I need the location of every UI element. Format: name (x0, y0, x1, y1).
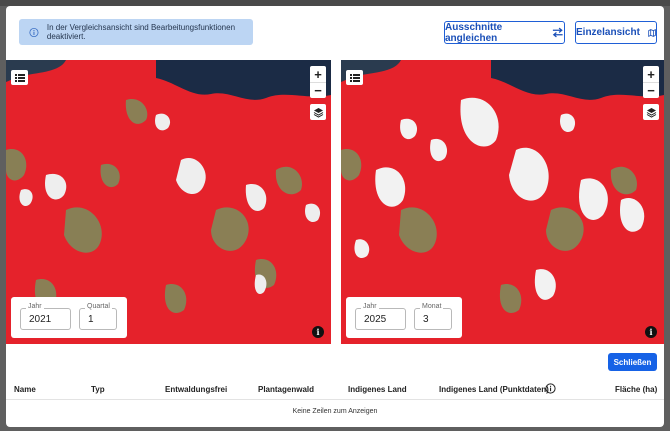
year-value: 2021 (29, 313, 52, 325)
year-label: Jahr (361, 303, 379, 310)
list-icon (14, 73, 25, 82)
layers-icon (313, 107, 323, 118)
swap-arrows-icon (553, 27, 564, 38)
layers-button[interactable] (643, 104, 659, 120)
single-view-label: Einzelansicht (576, 27, 640, 38)
month-select[interactable]: Monat 3 (414, 303, 452, 330)
month-value: 3 (423, 313, 429, 325)
quarter-value: 1 (88, 313, 94, 325)
month-label: Monat (420, 303, 444, 310)
map-info-icon[interactable]: i (645, 326, 657, 338)
zoom-in-button[interactable]: + (643, 66, 659, 82)
align-views-label: Ausschnitte angleichen (445, 21, 503, 44)
list-icon (349, 73, 360, 82)
zoom-out-button[interactable]: − (643, 82, 659, 98)
info-icon[interactable] (545, 383, 556, 394)
quarter-select[interactable]: Quartal 1 (79, 303, 117, 330)
info-icon (29, 27, 39, 37)
banner-text: In der Vergleichsansicht sind Bearbeitun… (46, 23, 236, 41)
zoom-in-button[interactable]: + (310, 66, 326, 82)
table-header: Name Typ Entwaldungsfrei Plantagenwald I… (6, 378, 664, 400)
map-left[interactable]: + − i Jahr 2021 Quartal 1 (6, 60, 331, 344)
column-header-name[interactable]: Name (14, 385, 36, 394)
map-icon (648, 28, 656, 37)
column-header-deforestation-free[interactable]: Entwaldungsfrei (165, 385, 227, 394)
layer-list-button[interactable] (11, 70, 28, 85)
column-header-area[interactable]: Fläche (ha) (615, 385, 657, 394)
layer-list-button[interactable] (346, 70, 363, 85)
map-right[interactable]: + − i Jahr 2025 Monat 3 (341, 60, 664, 344)
align-views-button[interactable]: Ausschnitte angleichen (444, 21, 565, 44)
layers-icon (646, 107, 656, 118)
layers-button[interactable] (310, 104, 326, 120)
year-select[interactable]: Jahr 2025 (355, 303, 406, 330)
year-value: 2025 (364, 313, 387, 325)
column-header-indigenous-land[interactable]: Indigenes Land (348, 385, 407, 394)
zoom-out-button[interactable]: − (310, 82, 326, 98)
period-selector-right: Jahr 2025 Monat 3 (346, 297, 462, 338)
period-selector-left: Jahr 2021 Quartal 1 (11, 297, 127, 338)
single-view-button[interactable]: Einzelansicht (575, 21, 657, 44)
empty-table-message: Keine Zeilen zum Anzeigen (292, 408, 378, 415)
close-button[interactable]: Schließen (608, 353, 657, 371)
map-info-icon[interactable]: i (312, 326, 324, 338)
column-header-plantation[interactable]: Plantagenwald (258, 385, 314, 394)
column-header-indigenous-points[interactable]: Indigenes Land (Punktdaten) (439, 385, 549, 394)
year-select[interactable]: Jahr 2021 (20, 303, 71, 330)
quarter-label: Quartal (85, 303, 112, 310)
column-header-type[interactable]: Typ (91, 385, 105, 394)
info-banner: In der Vergleichsansicht sind Bearbeitun… (19, 19, 253, 45)
comparison-dialog: In der Vergleichsansicht sind Bearbeitun… (6, 6, 664, 427)
year-label: Jahr (26, 303, 44, 310)
